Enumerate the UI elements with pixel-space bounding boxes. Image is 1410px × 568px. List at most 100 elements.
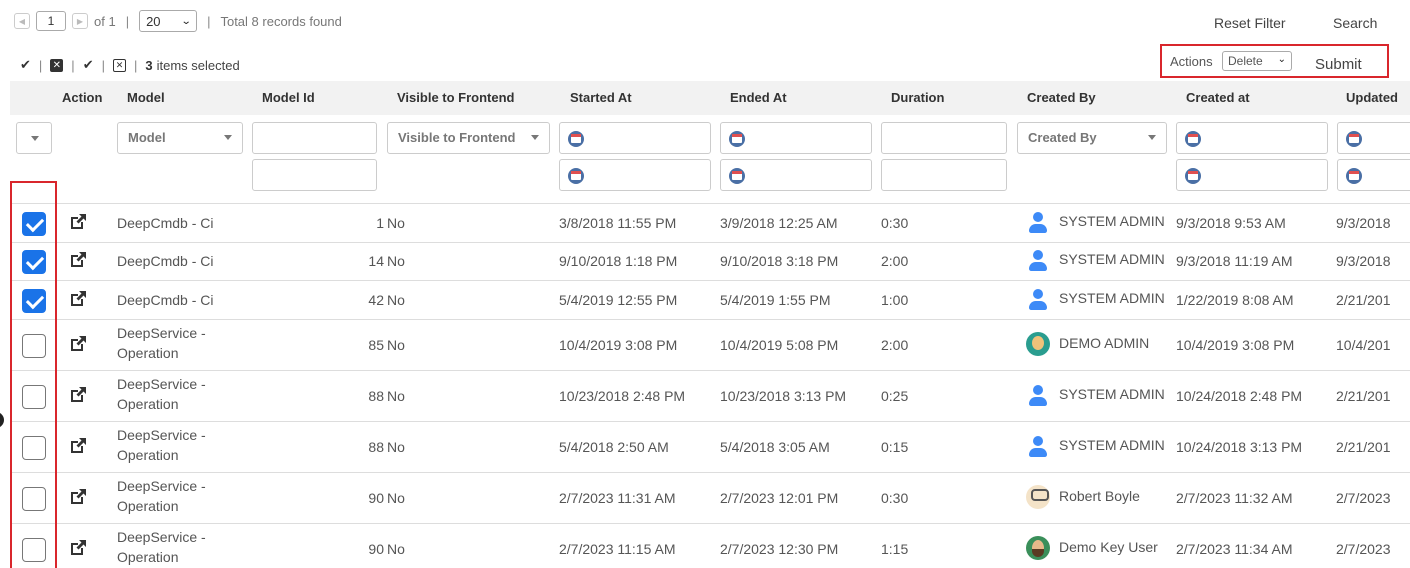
cell-created-by: Demo Key User <box>1059 539 1158 555</box>
visible-filter[interactable]: Visible to Frontend <box>387 122 550 154</box>
divider: | <box>133 57 138 73</box>
selection-highlight <box>10 181 57 568</box>
edit-icon[interactable] <box>68 334 88 354</box>
submit-button[interactable]: Submit <box>1315 56 1362 73</box>
edit-icon[interactable] <box>68 289 88 309</box>
model-id-filter-to[interactable] <box>252 159 377 191</box>
page-number-input[interactable]: 1 <box>36 11 66 31</box>
visible-filter-placeholder: Visible to Frontend <box>398 130 516 145</box>
user-icon <box>1026 210 1050 234</box>
user-icon <box>1026 287 1050 311</box>
user-icon <box>1026 248 1050 272</box>
selection-toolbar: ✔︎ | ✕ | ✔ | ✕ | 3 items selected <box>20 55 240 75</box>
table-row: DeepService - Operation 88 No 5/4/2018 2:50… <box>10 421 1410 472</box>
cell-ended: 5/4/2019 1:55 PM <box>720 292 831 308</box>
col-model[interactable]: Model <box>127 90 165 105</box>
deselect-page-icon[interactable]: ✕ <box>112 58 126 72</box>
col-updated[interactable]: Updated <box>1346 90 1398 105</box>
calendar-icon[interactable] <box>729 131 745 147</box>
calendar-icon[interactable] <box>568 168 584 184</box>
cell-created-at: 9/3/2018 11:19 AM <box>1176 253 1293 269</box>
reset-filter-link[interactable]: Reset Filter <box>1214 15 1286 31</box>
cell-duration: 1:00 <box>881 292 909 308</box>
cell-started: 9/10/2018 1:18 PM <box>559 253 678 269</box>
edit-icon[interactable] <box>68 436 88 456</box>
edit-icon[interactable] <box>68 385 88 405</box>
select-page-icon[interactable]: ✔ <box>83 57 94 73</box>
updated-to-filter[interactable] <box>1337 159 1410 191</box>
search-link[interactable]: Search <box>1333 15 1377 31</box>
cell-ended: 3/9/2018 12:25 AM <box>720 215 838 231</box>
cell-created-at: 2/7/2023 11:34 AM <box>1176 541 1293 557</box>
col-created-by[interactable]: Created By <box>1027 90 1096 105</box>
cell-visible: No <box>387 541 405 557</box>
selected-count: 3 <box>145 57 153 73</box>
cell-model: DeepService - Operation <box>117 478 206 514</box>
edit-icon[interactable] <box>68 212 88 232</box>
selected-label: items selected <box>156 57 240 73</box>
calendar-icon[interactable] <box>729 168 745 184</box>
select-all-pages-icon[interactable]: ✔︎ <box>20 57 31 73</box>
model-id-filter[interactable] <box>252 122 377 154</box>
actions-select[interactable]: Delete ⌄ <box>1222 51 1292 71</box>
cell-created-at: 10/4/2019 3:08 PM <box>1176 337 1295 353</box>
cell-created-by: DEMO ADMIN <box>1059 335 1150 351</box>
cell-ended: 10/4/2019 5:08 PM <box>720 337 839 353</box>
cell-created-by: SYSTEM ADMIN <box>1059 437 1165 453</box>
edit-icon[interactable] <box>68 250 88 270</box>
row-select-filter[interactable] <box>16 122 52 154</box>
cell-ended: 9/10/2018 3:18 PM <box>720 253 839 269</box>
cell-created-by: Robert Boyle <box>1059 488 1140 504</box>
edit-icon[interactable] <box>68 538 88 558</box>
prev-page-icon[interactable]: ◀ <box>14 13 30 29</box>
duration-filter-to[interactable] <box>881 159 1007 191</box>
col-duration[interactable]: Duration <box>891 90 944 105</box>
table-row: DeepService - Operation 85 No 10/4/2019 3:0… <box>10 319 1410 370</box>
col-created-at[interactable]: Created at <box>1186 90 1250 105</box>
col-started[interactable]: Started At <box>570 90 632 105</box>
col-visible[interactable]: Visible to Frontend <box>397 90 515 105</box>
cell-visible: No <box>387 388 405 404</box>
calendar-icon[interactable] <box>1346 168 1362 184</box>
cell-visible: No <box>387 490 405 506</box>
edit-icon[interactable] <box>68 487 88 507</box>
ended-from-filter[interactable] <box>720 122 872 154</box>
cell-model: DeepService - Operation <box>117 376 206 412</box>
side-handle[interactable] <box>0 412 4 428</box>
started-from-filter[interactable] <box>559 122 711 154</box>
demo-key-user-avatar <box>1026 536 1050 560</box>
duration-filter[interactable] <box>881 122 1007 154</box>
started-to-filter[interactable] <box>559 159 711 191</box>
ended-to-filter[interactable] <box>720 159 872 191</box>
updated-from-filter[interactable] <box>1337 122 1410 154</box>
cell-created-at: 1/22/2019 8:08 AM <box>1176 292 1294 308</box>
divider: | <box>101 57 105 73</box>
cell-model: DeepCmdb - Ci <box>117 215 214 231</box>
table-row: DeepService - Operation 88 No 10/23/2018 2:… <box>10 370 1410 421</box>
created-at-from-filter[interactable] <box>1176 122 1328 154</box>
table-row: DeepCmdb - Ci 14 No 9/10/2018 1:18 PM 9/10/2… <box>10 242 1410 280</box>
table-row: DeepCmdb - Ci 1 No 3/8/2018 11:55 PM 3/9/201… <box>10 203 1410 242</box>
user-icon <box>1026 434 1050 458</box>
chevron-down-icon: ⌄ <box>180 15 192 27</box>
cell-model: DeepService - Operation <box>117 529 206 565</box>
calendar-icon[interactable] <box>1185 168 1201 184</box>
model-filter[interactable]: Model <box>117 122 243 154</box>
created-at-to-filter[interactable] <box>1176 159 1328 191</box>
col-ended[interactable]: Ended At <box>730 90 787 105</box>
page-size-select[interactable]: 20 ⌄ <box>139 10 198 32</box>
cell-duration: 0:30 <box>881 215 909 231</box>
cell-model-id: 88 <box>368 439 384 455</box>
next-page-icon[interactable]: ▶ <box>72 13 88 29</box>
cell-visible: No <box>387 253 405 269</box>
calendar-icon[interactable] <box>1346 131 1362 147</box>
created-by-filter[interactable]: Created By <box>1017 122 1167 154</box>
clear-all-icon[interactable]: ✕ <box>50 58 64 72</box>
calendar-icon[interactable] <box>1185 131 1201 147</box>
col-model-id[interactable]: Model Id <box>262 90 315 105</box>
total-records: Total 8 records found <box>220 13 342 29</box>
calendar-icon[interactable] <box>568 131 584 147</box>
pager: ◀ 1 ▶ of 1 | 20 ⌄ | Total 8 records found <box>14 10 342 32</box>
cell-duration: 2:00 <box>881 337 909 353</box>
robert-boyle-avatar <box>1026 485 1050 509</box>
